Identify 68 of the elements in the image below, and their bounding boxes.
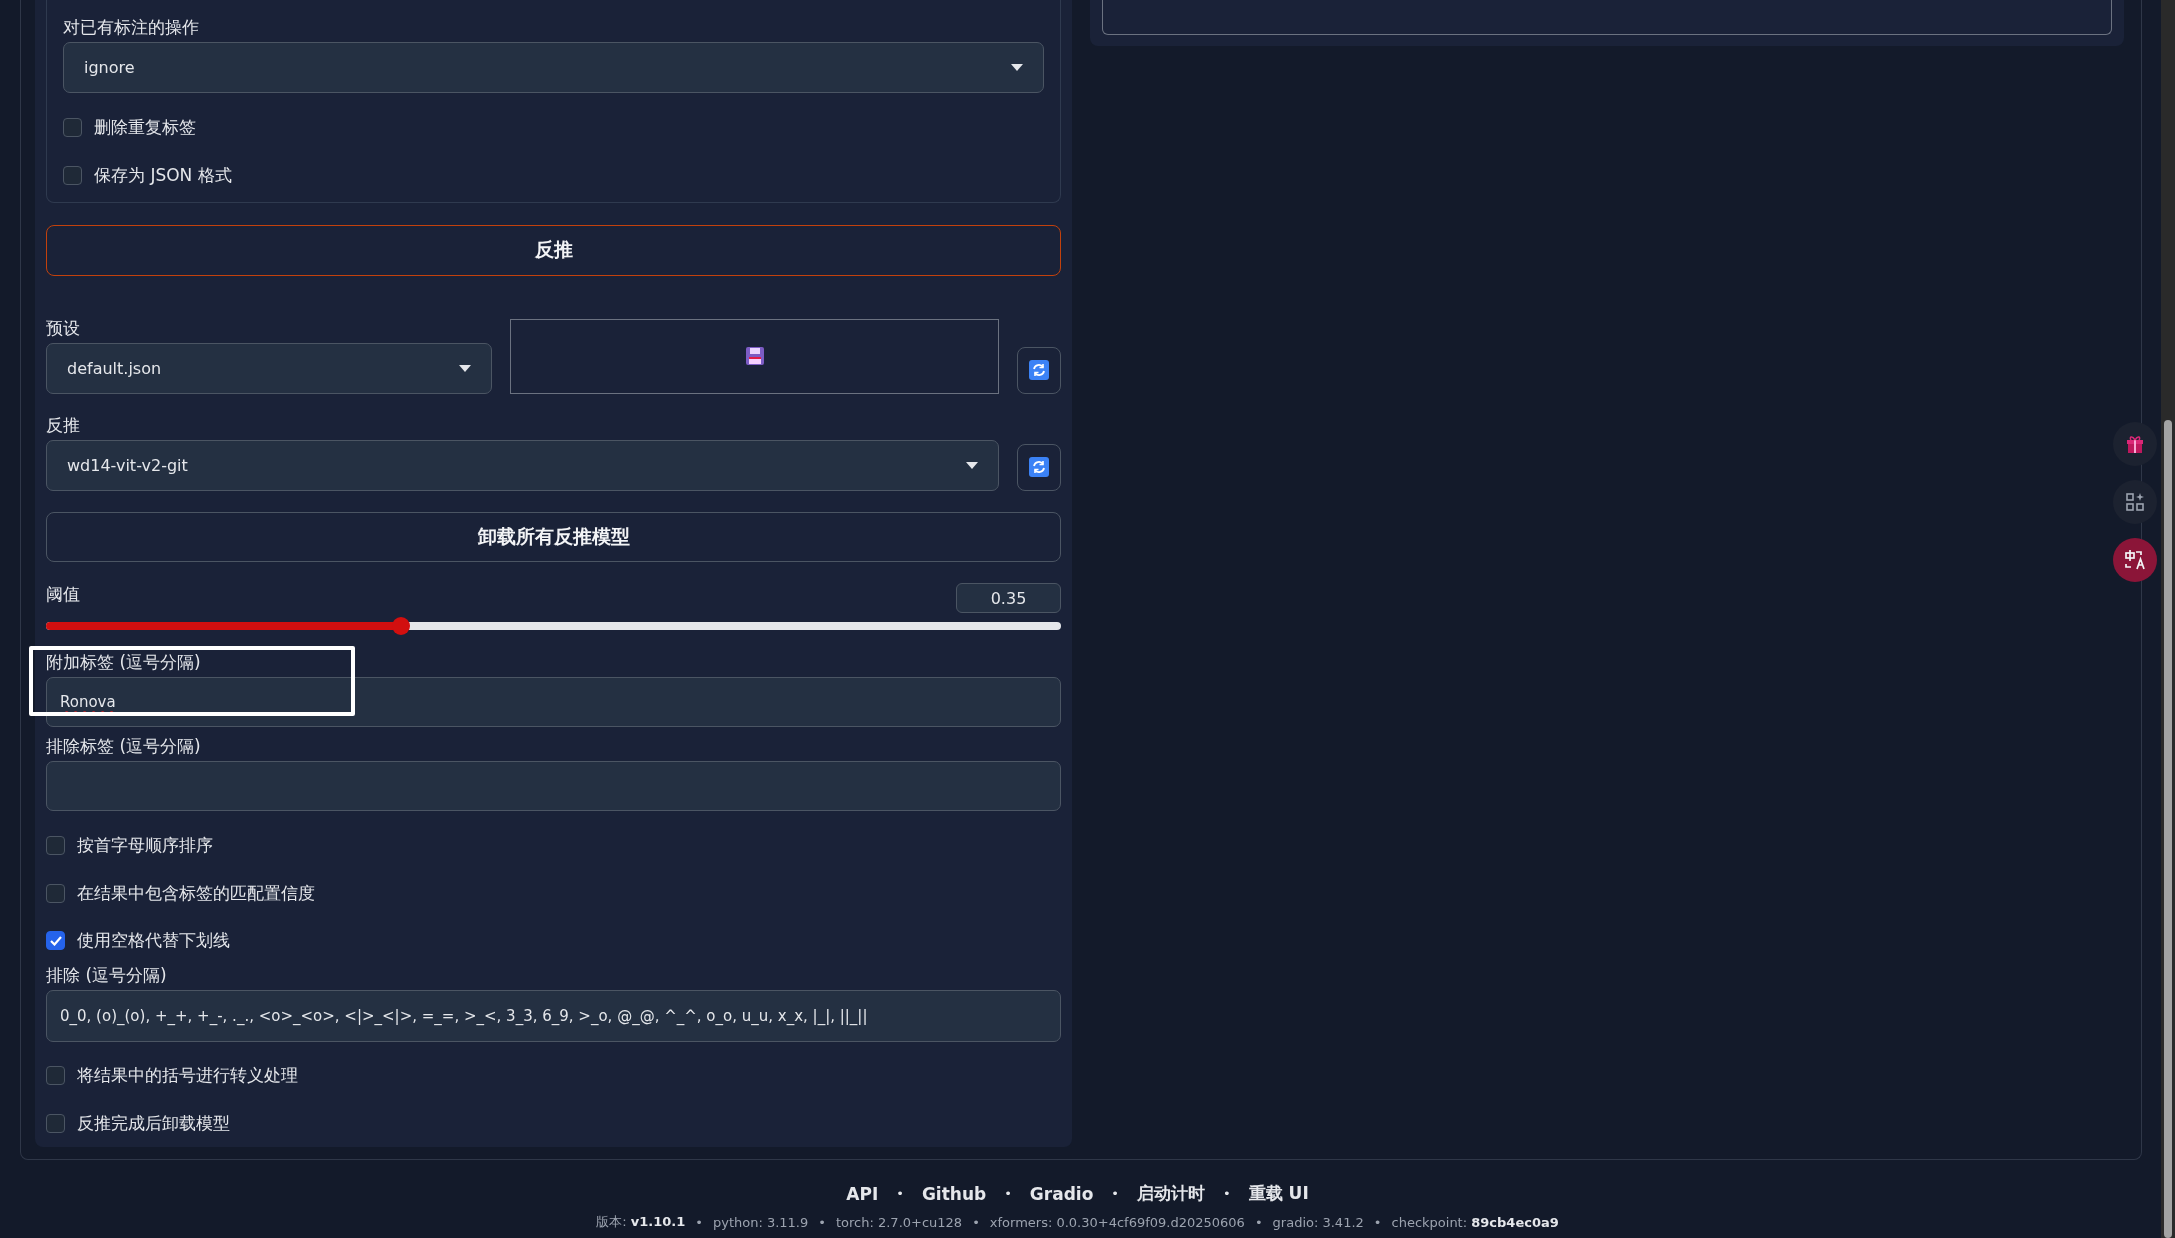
- exclusions-field[interactable]: 0_0, (o)_(o), +_+, +_-, ._., <o>_<o>, <|>_<|>, =_=, >_<, 3_3, 6_9, >_o, @_@, ^_^, o_o, u_u, x_x, |_|, ||_||: [46, 990, 1061, 1042]
- threshold-slider[interactable]: [46, 617, 1061, 635]
- version-info: gradio: 3.41.2: [1272, 1214, 1364, 1230]
- additional-tags-field[interactable]: Ronova: [46, 676, 1061, 728]
- checkbox-label: 按首字母顺序排序: [77, 834, 213, 858]
- checkbox-label: 将结果中的括号进行转义处理: [77, 1064, 298, 1088]
- separator-dot: •: [1004, 1186, 1012, 1201]
- version-info: xformers: 0.0.30+4cf69f09.d20250606: [989, 1214, 1245, 1230]
- caret-icon: [966, 461, 978, 469]
- checkmark-icon: [49, 935, 62, 946]
- refresh-button[interactable]: [1017, 346, 1061, 394]
- checkbox[interactable]: [46, 1066, 65, 1086]
- unload-models-button[interactable]: 卸载所有反推模型: [46, 511, 1061, 563]
- refresh-icon: [1029, 457, 1049, 478]
- slider-thumb[interactable]: [392, 617, 411, 636]
- version-info: checkpoint: 89cb4ec0a9: [1391, 1214, 1559, 1230]
- checkbox[interactable]: [63, 165, 82, 185]
- field-label: 阈值: [46, 583, 80, 606]
- field-label: 排除 (逗号分隔): [46, 964, 167, 987]
- threshold-input[interactable]: 0.35: [956, 583, 1061, 614]
- caret-icon: [1011, 64, 1023, 71]
- separator-dot: •: [1111, 1186, 1119, 1201]
- field-label: 对已有标注的操作: [63, 16, 199, 38]
- output-textbox[interactable]: [1102, 0, 2112, 35]
- checkbox-label: 在结果中包含标签的匹配置信度: [77, 881, 315, 905]
- version-info: 版本: v1.10.1: [596, 1213, 686, 1231]
- translate-icon: [2123, 548, 2147, 572]
- checkbox-label: 使用空格代替下划线: [77, 929, 230, 953]
- separator-dot: •: [896, 1186, 904, 1201]
- translate-button[interactable]: [2113, 538, 2157, 582]
- version-info: python: 3.11.9: [712, 1214, 809, 1230]
- apps-button[interactable]: [2113, 480, 2157, 524]
- caret-icon: [459, 364, 471, 372]
- save-button[interactable]: [510, 318, 999, 394]
- exclude-tags-field[interactable]: [46, 761, 1061, 811]
- refresh-button[interactable]: [1017, 443, 1061, 491]
- field-label: 反推: [46, 413, 80, 436]
- interrogate-button[interactable]: 反推: [46, 225, 1061, 276]
- field-label: 预设: [46, 316, 80, 339]
- footer-link[interactable]: Github: [921, 1183, 987, 1204]
- checkbox[interactable]: [63, 117, 82, 137]
- separator-dot: •: [818, 1214, 826, 1230]
- separator-dot: •: [695, 1214, 703, 1230]
- refresh-icon: [1029, 360, 1049, 381]
- separator-dot: •: [1254, 1214, 1263, 1230]
- footer-link[interactable]: Gradio: [1029, 1183, 1094, 1204]
- checkbox-label: 保存为 JSON 格式: [94, 163, 232, 187]
- footer-link[interactable]: API: [846, 1183, 879, 1204]
- checkbox-label: 反推完成后卸载模型: [77, 1111, 230, 1135]
- checkbox[interactable]: [46, 931, 65, 951]
- gift-icon: [2125, 434, 2145, 454]
- separator-dot: •: [1373, 1214, 1382, 1230]
- footer-link[interactable]: 启动计时: [1137, 1182, 1205, 1205]
- checkbox[interactable]: [46, 883, 65, 903]
- preset-dropdown[interactable]: default.json: [46, 342, 492, 394]
- footer-link[interactable]: 重载 UI: [1248, 1182, 1309, 1205]
- checkbox-label: 删除重复标签: [94, 115, 196, 139]
- caption-action-dropdown[interactable]: ignore: [63, 42, 1044, 93]
- interrogator-dropdown[interactable]: wd14-vit-v2-git: [46, 439, 999, 491]
- separator-dot: •: [972, 1214, 980, 1230]
- checkbox[interactable]: [46, 836, 65, 856]
- checkbox[interactable]: [46, 1113, 65, 1133]
- field-label: 附加标签 (逗号分隔): [46, 650, 201, 673]
- grid-sparkle-icon: [2125, 492, 2145, 512]
- gift-button[interactable]: [2113, 422, 2157, 466]
- version-info: torch: 2.7.0+cu128: [835, 1214, 963, 1230]
- separator-dot: •: [1223, 1186, 1231, 1201]
- field-label: 排除标签 (逗号分隔): [46, 735, 201, 758]
